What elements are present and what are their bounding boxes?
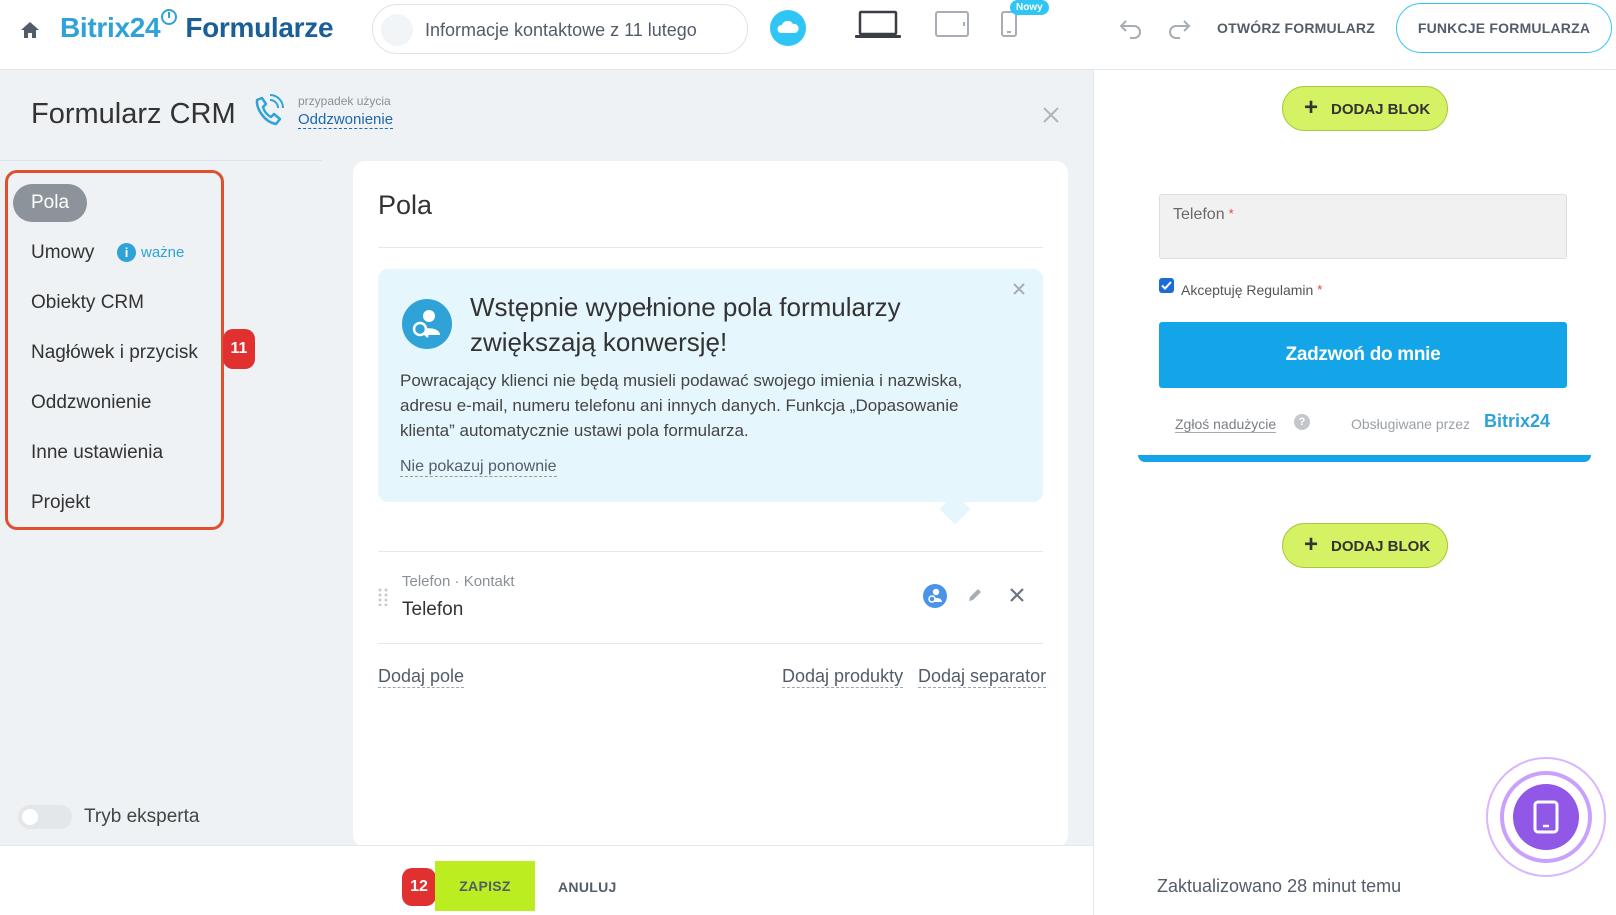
tablet-glyph [1533,800,1559,834]
app-logo[interactable]: Bitrix24 Formularze [60,9,334,44]
hint-body: Powracający klienci nie będą musieli pod… [400,371,963,440]
field-name[interactable]: Telefon [402,599,463,621]
add-block-button[interactable]: + DODAJ BLOK [1282,86,1448,131]
expert-mode-toggle[interactable] [18,805,72,829]
redo-icon[interactable] [1166,16,1192,40]
phone-input-label: Telefon * [1173,206,1234,224]
remove-field-icon[interactable] [1010,588,1024,602]
brand-forms: Formularze [185,12,334,43]
mobile-preview-icon [1513,784,1579,850]
cancel-button[interactable]: ANULUJ [558,879,617,895]
tablet-icon[interactable] [934,10,970,38]
required-mark: * [1317,282,1323,297]
footer-bar [0,845,1093,915]
close-icon[interactable] [1013,283,1025,295]
phone-call-icon [255,94,284,126]
close-icon[interactable] [1042,106,1060,124]
phone-label-text: Telefon [1173,206,1225,223]
nav-item-crm-objects[interactable]: Obiekty CRM [31,292,144,314]
phone-input[interactable] [1159,194,1567,259]
divider [0,160,322,161]
form-thumbnail-icon [381,14,413,46]
card-title: Pola [378,190,433,220]
toggle-knob [22,809,38,825]
add-separator-link[interactable]: Dodaj separator [918,666,1047,688]
hint-title: Wstępnie wypełnione pola formularzy zwię… [470,292,901,357]
checkmark-icon [1161,281,1172,290]
nav-item-header-button[interactable]: Nagłówek i przycisk [31,342,198,364]
brand-bitrix24: Bitrix24 [60,12,161,43]
call-me-button[interactable]: Zadzwoń do mnie [1159,322,1567,388]
nav-item-fields[interactable]: Pola [13,184,88,222]
drag-handle-icon[interactable] [378,588,388,606]
add-block-label: DODAJ BLOK [1331,101,1431,118]
important-link[interactable]: ważne [141,244,184,261]
undo-icon[interactable] [1118,16,1144,40]
panel-title: Formularz CRM [31,98,236,130]
info-icon[interactable]: i [117,243,136,262]
field-meta: Telefon · Kontakt [402,573,515,590]
user-search-glyph [412,310,440,338]
divider [378,551,1043,552]
customer-match-glyph [928,588,942,603]
clock-icon [161,9,178,25]
form-bottom-border [1138,455,1591,462]
powered-by-brand[interactable]: Bitrix24 [1484,411,1550,432]
required-mark: * [1228,206,1234,221]
nav-item-callback[interactable]: Oddzwonienie [31,392,151,414]
form-features-button[interactable]: FUNKCJE FORMULARZA [1396,3,1612,53]
home-icon[interactable] [18,18,42,42]
form-title-field[interactable]: Informacje kontaktowe z 11 lutego [372,4,748,54]
terms-checkbox[interactable] [1159,278,1174,293]
add-field-link[interactable]: Dodaj pole [378,666,465,688]
usecase-link[interactable]: Oddzwonienie [298,111,394,129]
terms-label-text: Akceptuję Regulamin [1181,282,1314,298]
expert-mode-label: Tryb eksperta [84,806,200,827]
form-title-text: Informacje kontaktowe z 11 lutego [425,20,697,40]
plus-icon: + [1304,94,1319,121]
pencil-icon[interactable] [966,586,984,604]
report-abuse-link[interactable]: Zgłoś nadużycie [1175,416,1277,433]
add-block-label: DODAJ BLOK [1331,538,1431,555]
open-form-button[interactable]: OTWÓRZ FORMULARZ [1217,20,1375,36]
new-badge: Nowy [1010,0,1049,15]
step-badge-save: 12 [402,868,436,906]
nav-item-agreements[interactable]: Umowy [31,242,94,264]
usecase-label: przypadek użycia [298,94,391,108]
nav-item-other-settings[interactable]: Inne ustawienia [31,442,163,464]
laptop-icon[interactable] [854,10,902,40]
user-search-icon [402,299,452,349]
terms-label: Akceptuję Regulamin * [1181,282,1322,298]
cloud-icon[interactable] [770,10,806,46]
plus-icon: + [1304,531,1319,558]
add-block-button[interactable]: + DODAJ BLOK [1282,523,1448,568]
powered-by-label: Obsługiwane przez [1351,416,1471,432]
divider [378,643,1043,644]
mobile-preview-button[interactable] [1486,757,1606,877]
hint-dismiss-link[interactable]: Nie pokazuj ponownie [400,458,557,477]
cloud-glyph [777,20,799,33]
customer-match-icon[interactable] [923,584,947,608]
nav-item-design[interactable]: Projekt [31,492,90,514]
updated-status: Zaktualizowano 28 minut temu [1157,876,1402,896]
save-button[interactable]: ZAPISZ [435,861,535,911]
divider [378,247,1043,248]
step-badge-nav: 11 [223,329,255,369]
help-icon[interactable]: ? [1294,414,1310,430]
add-products-link[interactable]: Dodaj produkty [782,666,904,688]
